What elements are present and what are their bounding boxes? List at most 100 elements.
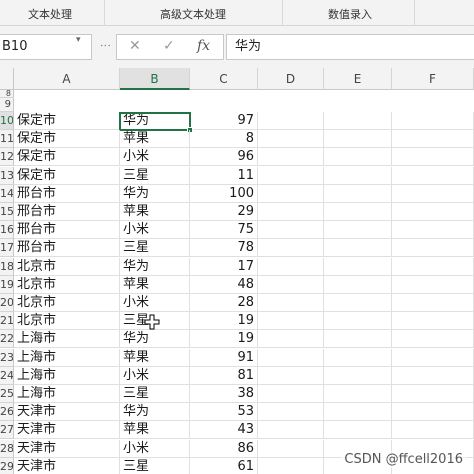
chevron-down-icon[interactable]: ▾ xyxy=(76,35,81,45)
cell-d[interactable] xyxy=(258,312,324,331)
cell-a[interactable]: 天津市 xyxy=(14,403,120,422)
cell-b[interactable]: 小米 xyxy=(120,439,190,458)
cell-d[interactable] xyxy=(258,221,324,240)
cell-e[interactable] xyxy=(324,403,392,422)
cell-e[interactable] xyxy=(324,385,392,403)
cell-b[interactable]: 华为 xyxy=(120,184,190,203)
cell-c[interactable]: 53 xyxy=(190,403,258,422)
cell-f[interactable] xyxy=(392,366,474,385)
cell-f[interactable] xyxy=(392,312,474,331)
cell-f[interactable] xyxy=(392,294,474,312)
cell-a[interactable]: 天津市 xyxy=(14,421,120,440)
cell-e[interactable] xyxy=(324,312,392,331)
cell-d[interactable] xyxy=(258,239,324,258)
cell-d[interactable] xyxy=(258,330,324,349)
cell-a[interactable]: 保定市 xyxy=(14,112,120,130)
cell-d[interactable] xyxy=(258,184,324,203)
cell-f[interactable] xyxy=(392,112,474,130)
cell-c[interactable]: 78 xyxy=(190,239,258,258)
row-number[interactable]: 26 xyxy=(0,403,14,422)
cell-e[interactable] xyxy=(324,239,392,258)
cell-c[interactable]: 8 xyxy=(190,130,258,149)
cell-e[interactable] xyxy=(324,184,392,203)
column-header-d[interactable]: D xyxy=(258,68,324,90)
cell-c[interactable]: 97 xyxy=(190,112,258,130)
row-number[interactable]: 11 xyxy=(0,130,14,149)
cell-e[interactable] xyxy=(324,366,392,385)
cell-c[interactable]: 86 xyxy=(190,439,258,458)
row-number[interactable]: 8 xyxy=(0,90,14,98)
cell-a[interactable]: 上海市 xyxy=(14,330,120,349)
cell-d[interactable] xyxy=(258,403,324,422)
cell-e[interactable] xyxy=(324,294,392,312)
cell-a[interactable]: 邢台市 xyxy=(14,203,120,221)
cell-f[interactable] xyxy=(392,403,474,422)
cell-a[interactable]: 邢台市 xyxy=(14,221,120,240)
cell-a[interactable]: 保定市 xyxy=(14,148,120,167)
cell-c[interactable]: 91 xyxy=(190,348,258,367)
row-number[interactable]: 16 xyxy=(0,221,14,240)
row-number[interactable]: 22 xyxy=(0,330,14,349)
row-number[interactable]: 14 xyxy=(0,184,14,203)
cell-c[interactable]: 17 xyxy=(190,257,258,276)
cell-f[interactable] xyxy=(392,275,474,294)
cell-b[interactable]: 三星 xyxy=(120,385,190,403)
cell-b[interactable]: 苹果 xyxy=(120,275,190,294)
cell-a[interactable]: 上海市 xyxy=(14,366,120,385)
cell-b[interactable]: 小米 xyxy=(120,294,190,312)
cell-d[interactable] xyxy=(258,257,324,276)
cell-d[interactable] xyxy=(258,385,324,403)
cell-c[interactable]: 48 xyxy=(190,275,258,294)
row-number[interactable]: 19 xyxy=(0,275,14,294)
cell-c[interactable]: 28 xyxy=(190,294,258,312)
cell-c[interactable]: 29 xyxy=(190,203,258,221)
cell-b[interactable]: 华为 xyxy=(120,112,190,130)
cell-f[interactable] xyxy=(392,385,474,403)
cell-e[interactable] xyxy=(324,348,392,367)
cell-b[interactable]: 苹果 xyxy=(120,421,190,440)
cell-e[interactable] xyxy=(324,421,392,440)
cell-e[interactable] xyxy=(324,203,392,221)
row-number[interactable]: 13 xyxy=(0,166,14,185)
cell-b[interactable]: 华为 xyxy=(120,257,190,276)
cell-f[interactable] xyxy=(392,221,474,240)
cell-e[interactable] xyxy=(324,275,392,294)
row-number[interactable]: 25 xyxy=(0,385,14,403)
cell-d[interactable] xyxy=(258,348,324,367)
cell-d[interactable] xyxy=(258,203,324,221)
row-number[interactable]: 17 xyxy=(0,239,14,258)
row-number[interactable]: 10 xyxy=(0,112,14,130)
column-header-f[interactable]: F xyxy=(392,68,474,90)
cell-f[interactable] xyxy=(392,130,474,149)
cell-e[interactable] xyxy=(324,330,392,349)
row-number[interactable]: 29 xyxy=(0,457,14,474)
row-number[interactable]: 24 xyxy=(0,366,14,385)
ribbon-group-numeric-entry[interactable]: 数值录入 xyxy=(318,6,382,22)
cell-b[interactable]: 小米 xyxy=(120,221,190,240)
cell-a[interactable]: 北京市 xyxy=(14,294,120,312)
cell-d[interactable] xyxy=(258,275,324,294)
cancel-icon[interactable]: ✕ xyxy=(129,38,141,54)
cell-b[interactable]: 苹果 xyxy=(120,203,190,221)
row-number[interactable]: 12 xyxy=(0,148,14,167)
cell-b[interactable]: 苹果 xyxy=(120,130,190,149)
cell-b[interactable]: 华为 xyxy=(120,403,190,422)
cell-a[interactable]: 北京市 xyxy=(14,275,120,294)
ribbon-group-text-processing[interactable]: 文本处理 xyxy=(20,6,80,22)
cell-c[interactable]: 75 xyxy=(190,221,258,240)
cell-e[interactable] xyxy=(324,130,392,149)
cell-c[interactable]: 81 xyxy=(190,366,258,385)
cell-b[interactable]: 苹果 xyxy=(120,348,190,367)
cell-a[interactable]: 保定市 xyxy=(14,166,120,185)
cell-d[interactable] xyxy=(258,148,324,167)
cell-b[interactable]: 三星 xyxy=(120,166,190,185)
cell-e[interactable] xyxy=(324,257,392,276)
cell-f[interactable] xyxy=(392,348,474,367)
cell-f[interactable] xyxy=(392,239,474,258)
cell-a[interactable]: 北京市 xyxy=(14,312,120,331)
more-options-icon[interactable]: ⋮ xyxy=(99,40,112,50)
cell-b[interactable]: 小米 xyxy=(120,148,190,167)
cell-d[interactable] xyxy=(258,130,324,149)
cell-d[interactable] xyxy=(258,166,324,185)
cell-d[interactable] xyxy=(258,112,324,130)
